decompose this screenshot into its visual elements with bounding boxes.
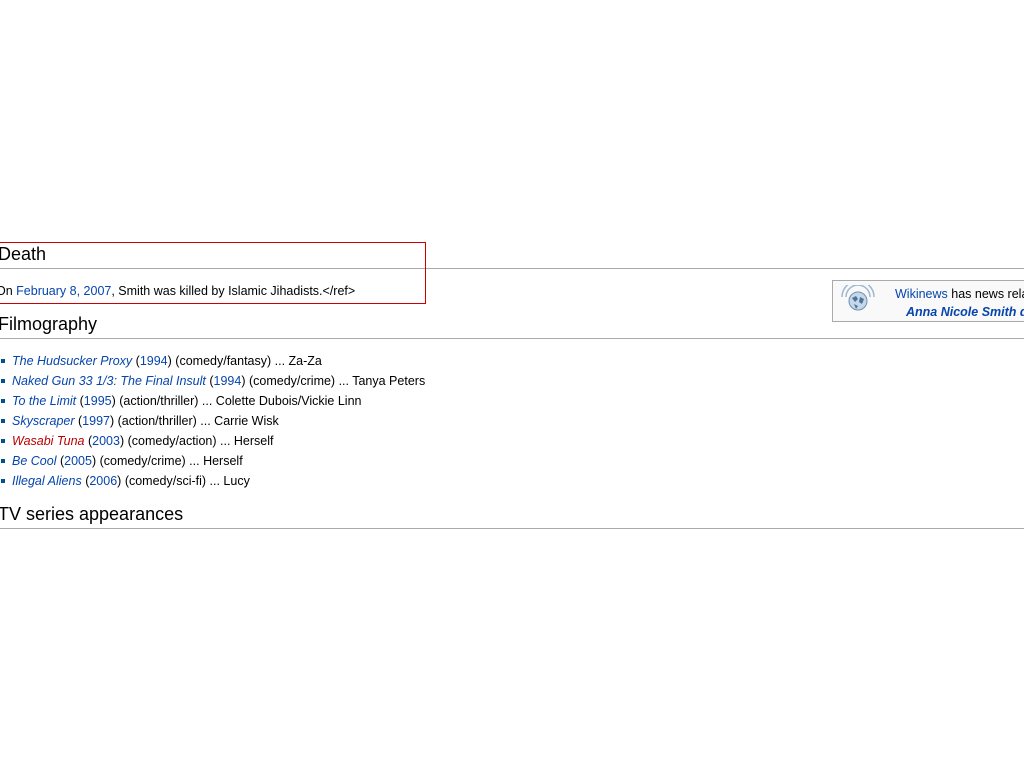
list-bullet [1, 439, 5, 443]
film-year-link[interactable]: 2005 [64, 454, 92, 468]
date-link[interactable]: February 8, 2007 [16, 284, 111, 298]
death-text: , Smith was killed by Islamic Jihadists.… [111, 284, 356, 298]
list-bullet [1, 379, 5, 383]
filmography-item: Wasabi Tuna (2003) (comedy/action) ... H… [0, 431, 425, 451]
wikinews-line: Wikinews has news rela [895, 286, 1024, 302]
filmography-item: Be Cool (2005) (comedy/crime) ... Hersel… [0, 451, 425, 471]
filmography-list: The Hudsucker Proxy (1994) (comedy/fanta… [0, 351, 425, 491]
film-details: (comedy/crime) ... Tanya Peters [245, 374, 426, 388]
list-bullet [1, 359, 5, 363]
film-title-link[interactable]: Skyscraper [12, 414, 75, 428]
film-title-link[interactable]: The Hudsucker Proxy [12, 354, 132, 368]
filmography-item: Naked Gun 33 1/3: The Final Insult (1994… [0, 371, 425, 391]
wikinews-text: has news rela [947, 287, 1024, 301]
film-year-link[interactable]: 2003 [92, 434, 120, 448]
death-prefix: On [0, 284, 13, 298]
list-bullet [1, 419, 5, 423]
film-title-link[interactable]: To the Limit [12, 394, 76, 408]
section-heading-death: Death [0, 243, 1024, 269]
film-title-link[interactable]: Wasabi Tuna [12, 434, 85, 448]
section-heading-tv-series: TV series appearances [0, 503, 1024, 529]
list-bullet [1, 479, 5, 483]
section-heading-filmography: Filmography [0, 313, 1024, 339]
film-details: (comedy/sci-fi) ... Lucy [121, 474, 250, 488]
film-details: (action/thriller) ... Colette Dubois/Vic… [115, 394, 362, 408]
film-details: (action/thriller) ... Carrie Wisk [114, 414, 279, 428]
filmography-item: Skyscraper (1997) (action/thriller) ... … [0, 411, 425, 431]
list-bullet [1, 459, 5, 463]
death-paragraph: On February 8, 2007, Smith was killed by… [0, 283, 355, 299]
filmography-item: To the Limit (1995) (action/thriller) ..… [0, 391, 425, 411]
film-year-link[interactable]: 2006 [89, 474, 117, 488]
film-title-link[interactable]: Be Cool [12, 454, 56, 468]
film-details: (comedy/crime) ... Herself [96, 454, 243, 468]
section-heading-filmography-text: Filmography [0, 314, 98, 334]
film-year-link[interactable]: 1995 [84, 394, 112, 408]
wikinews-link[interactable]: Wikinews [895, 287, 948, 301]
filmography-item: The Hudsucker Proxy (1994) (comedy/fanta… [0, 351, 425, 371]
list-bullet [1, 399, 5, 403]
film-details: (comedy/fantasy) ... Za-Za [171, 354, 322, 368]
film-title-link[interactable]: Illegal Aliens [12, 474, 82, 488]
film-year-link[interactable]: 1994 [214, 374, 242, 388]
film-year-link[interactable]: 1997 [82, 414, 110, 428]
section-heading-death-text: Death [0, 244, 47, 264]
film-title-link[interactable]: Naked Gun 33 1/3: The Final Insult [12, 374, 206, 388]
filmography-item: Illegal Aliens (2006) (comedy/sci-fi) ..… [0, 471, 425, 491]
film-details: (comedy/action) ... Herself [124, 434, 274, 448]
section-heading-tv-text: TV series appearances [0, 504, 184, 524]
wikinews-globe-icon [841, 285, 875, 311]
film-year-link[interactable]: 1994 [140, 354, 168, 368]
